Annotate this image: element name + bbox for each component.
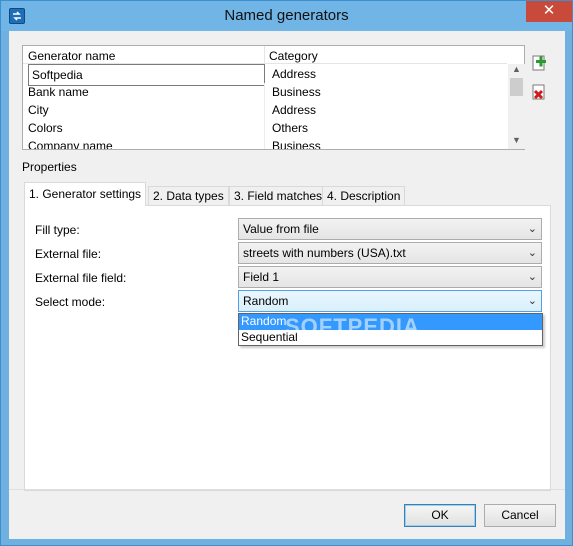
tab-description[interactable]: 4. Description [322, 186, 406, 206]
list-item[interactable]: Softpedia Address [23, 64, 507, 86]
external-file-select[interactable]: streets with numbers (USA).txt ⌄ [238, 242, 542, 264]
tab-field-matches[interactable]: 3. Field matches [229, 186, 328, 206]
scroll-up-icon[interactable]: ▲ [512, 64, 521, 74]
category-value: Address [272, 67, 317, 81]
scroll-thumb[interactable] [510, 78, 523, 96]
dialog-window: Named generators ✕ Generator name Catego… [0, 0, 573, 546]
external-file-value: streets with numbers (USA).txt [243, 246, 406, 260]
external-file-field-select[interactable]: Field 1 ⌄ [238, 266, 542, 288]
generator-name-value: Softpedia [32, 68, 83, 82]
generator-name-value: Company name [28, 139, 113, 149]
category-value: Others [272, 121, 309, 135]
list-item[interactable]: Colors Others [23, 119, 507, 137]
category-value: Business [272, 139, 321, 149]
cancel-button[interactable]: Cancel [484, 504, 556, 527]
column-header-generator-name[interactable]: Generator name [28, 49, 260, 63]
select-mode-value: Random [243, 294, 289, 308]
grid-line [264, 137, 265, 149]
title-bar[interactable]: Named generators ✕ [1, 1, 572, 31]
list-item[interactable]: Company name Business [23, 137, 507, 149]
chevron-down-icon: ⌄ [527, 247, 537, 259]
chevron-down-icon: ⌄ [527, 271, 537, 283]
delete-generator-button[interactable] [530, 83, 548, 101]
window-title: Named generators [224, 7, 349, 24]
list-item[interactable]: Bank name Business [23, 83, 507, 101]
dialog-body: Generator name Category Softpedia Addres… [9, 31, 565, 539]
generator-name-value: Colors [28, 121, 63, 135]
scroll-down-icon[interactable]: ▼ [512, 135, 521, 145]
category-value: Address [272, 103, 317, 117]
close-icon: ✕ [542, 2, 556, 19]
external-file-field-label: External file field: [35, 271, 127, 285]
chevron-down-icon: ⌄ [527, 295, 537, 307]
generator-settings-panel: Fill type: Value from file ⌄ External fi… [24, 205, 551, 491]
tab-generator-settings[interactable]: 1. Generator settings [24, 182, 147, 206]
grid-line [264, 83, 265, 101]
generator-list-header: Generator name Category [23, 46, 507, 64]
properties-tabs: 1. Generator settings 2. Data types 3. F… [24, 182, 544, 206]
close-button[interactable]: ✕ [526, 1, 572, 22]
generator-name-value: City [28, 103, 49, 117]
column-separator [264, 46, 265, 64]
grid-line [264, 119, 265, 137]
external-file-field-value: Field 1 [243, 270, 280, 284]
grid-line [264, 101, 265, 119]
fill-type-select[interactable]: Value from file ⌄ [238, 218, 542, 240]
select-mode-select[interactable]: Random ⌄ [238, 290, 542, 312]
generator-name-value: Bank name [28, 85, 89, 99]
fill-type-label: Fill type: [35, 223, 80, 237]
list-item[interactable]: City Address [23, 101, 507, 119]
properties-label: Properties [22, 160, 77, 174]
category-value: Business [272, 85, 321, 99]
tab-data-types[interactable]: 2. Data types [148, 186, 229, 206]
chevron-down-icon: ⌄ [527, 223, 537, 235]
add-generator-button[interactable] [530, 54, 548, 72]
footer-divider [9, 489, 565, 490]
ok-button[interactable]: OK [404, 504, 476, 527]
add-generator-icon [532, 55, 546, 71]
fill-type-value: Value from file [243, 222, 319, 236]
column-header-category[interactable]: Category [269, 49, 318, 63]
select-mode-label: Select mode: [35, 295, 106, 309]
vertical-scrollbar[interactable]: ▲ ▼ [508, 64, 525, 149]
watermark: SOFTPEDIA [285, 314, 420, 339]
external-file-label: External file: [35, 247, 102, 261]
generator-list[interactable]: Generator name Category Softpedia Addres… [22, 45, 525, 150]
delete-generator-icon [532, 84, 545, 100]
